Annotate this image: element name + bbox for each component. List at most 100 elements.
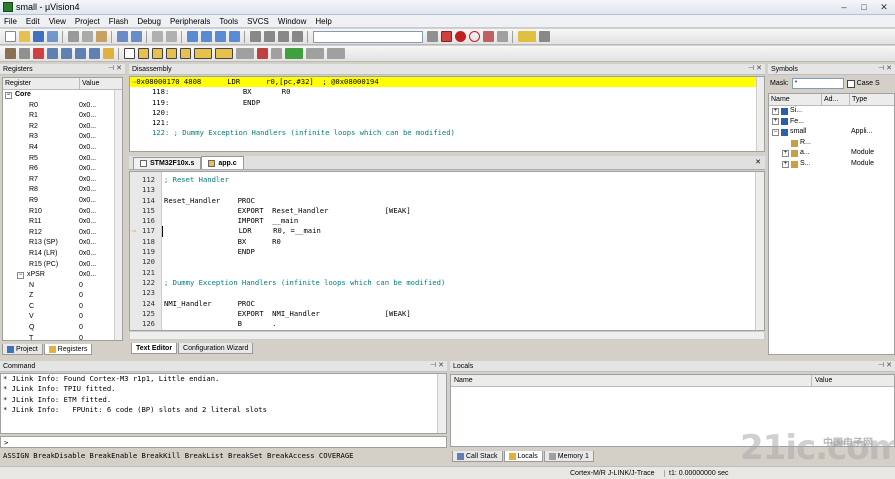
- register-row[interactable]: C0: [3, 302, 122, 313]
- analysis-window-icon[interactable]: [256, 48, 268, 59]
- symbols-window-icon[interactable]: [151, 48, 163, 59]
- code-line[interactable]: 124 NMI_Handler PROC: [130, 299, 754, 309]
- disassembly-window-icon[interactable]: [137, 48, 149, 59]
- close-editor-icon[interactable]: ✕: [755, 158, 761, 166]
- nav-forward-icon[interactable]: [165, 31, 177, 42]
- bookmark-icon[interactable]: [186, 31, 198, 42]
- register-row[interactable]: R13 (SP) 0x0...: [3, 238, 122, 249]
- code-line[interactable]: 116 IMPORT __main: [130, 216, 754, 226]
- system-viewer-icon[interactable]: [284, 48, 303, 59]
- register-row[interactable]: R15 (PC) 0x0...: [3, 260, 122, 271]
- expander-icon[interactable]: +: [782, 150, 789, 158]
- disassembly-line[interactable]: 118: BX R0: [130, 87, 764, 97]
- tab-locals[interactable]: Locals: [503, 451, 543, 462]
- close-button[interactable]: ✕: [877, 1, 891, 13]
- register-row[interactable]: R3 0x0...: [3, 132, 122, 143]
- code-line[interactable]: 122 ; Dummy Exception Handlers (infinite …: [130, 278, 754, 288]
- menu-project[interactable]: Project: [75, 17, 100, 26]
- column-value[interactable]: Value: [79, 78, 122, 89]
- tab-app-c[interactable]: app.c: [201, 156, 244, 169]
- tab-stm32f10x-s[interactable]: STM32F10x.s: [133, 157, 202, 169]
- uncomment-icon[interactable]: [291, 31, 303, 42]
- disassembly-scrollbar[interactable]: [756, 77, 764, 151]
- tab-call-stack[interactable]: Call Stack: [452, 451, 503, 462]
- disassembly-line[interactable]: 119: ENDP: [130, 98, 764, 108]
- menu-window[interactable]: Window: [278, 17, 306, 26]
- code-line[interactable]: 120: [130, 257, 754, 267]
- code-line[interactable]: 126 B .: [130, 319, 754, 329]
- case-sensitive-checkbox[interactable]: [846, 79, 855, 88]
- register-row[interactable]: R9 0x0...: [3, 196, 122, 207]
- mask-input[interactable]: *: [791, 78, 844, 89]
- code-line[interactable]: 118 BX R0: [130, 237, 754, 247]
- register-row[interactable]: R0 0x0...: [3, 101, 122, 112]
- breakpoint-kill-icon[interactable]: [482, 31, 494, 42]
- disassembly-line[interactable]: 120:: [130, 108, 764, 118]
- menu-file[interactable]: File: [4, 17, 17, 26]
- register-row[interactable]: R6 0x0...: [3, 164, 122, 175]
- breakpoint-icon[interactable]: [454, 31, 466, 42]
- toolbox-icon[interactable]: [305, 48, 324, 59]
- save-all-icon[interactable]: [46, 31, 58, 42]
- copy-icon[interactable]: [81, 31, 93, 42]
- column-name[interactable]: Name: [769, 94, 821, 105]
- cut-icon[interactable]: [67, 31, 79, 42]
- command-input[interactable]: >: [0, 436, 447, 448]
- settings-icon[interactable]: [538, 31, 550, 42]
- bookmark-next-icon[interactable]: [214, 31, 226, 42]
- redo-icon[interactable]: [130, 31, 142, 42]
- menu-tools[interactable]: Tools: [219, 17, 238, 26]
- indent-icon[interactable]: [249, 31, 261, 42]
- bookmark-clear-icon[interactable]: [228, 31, 240, 42]
- register-row[interactable]: R1 0x0...: [3, 111, 122, 122]
- tab-registers[interactable]: Registers: [43, 344, 93, 355]
- menu-help[interactable]: Help: [315, 17, 331, 26]
- undo-icon[interactable]: [116, 31, 128, 42]
- pin-icon[interactable]: ⊣ ✕: [108, 64, 122, 72]
- menu-flash[interactable]: Flash: [109, 17, 129, 26]
- minimize-button[interactable]: –: [837, 1, 851, 13]
- run-icon[interactable]: [18, 48, 30, 59]
- tab-configuration-wizard[interactable]: Configuration Wizard: [178, 343, 254, 354]
- register-row[interactable]: R10 0x0...: [3, 207, 122, 218]
- symbol-row[interactable]: + S... Module: [769, 159, 894, 170]
- register-row[interactable]: R7 0x0...: [3, 175, 122, 186]
- pin-icon[interactable]: ⊣ ✕: [878, 361, 892, 369]
- register-row[interactable]: R4 0x0...: [3, 143, 122, 154]
- comment-icon[interactable]: [277, 31, 289, 42]
- code-line[interactable]: 123: [130, 288, 754, 298]
- code-line[interactable]: 121: [130, 268, 754, 278]
- editor-hscrollbar[interactable]: [129, 331, 765, 340]
- register-row[interactable]: R8 0x0...: [3, 185, 122, 196]
- tab-project[interactable]: Project: [2, 344, 43, 355]
- register-row[interactable]: R5 0x0...: [3, 154, 122, 165]
- save-icon[interactable]: [32, 31, 44, 42]
- column-register[interactable]: Register: [3, 78, 79, 89]
- menu-peripherals[interactable]: Peripherals: [170, 17, 210, 26]
- register-row[interactable]: N0: [3, 281, 122, 292]
- command-scrollbar[interactable]: [437, 374, 446, 433]
- serial-window-icon[interactable]: [235, 48, 254, 59]
- command-window-icon[interactable]: [123, 48, 135, 59]
- expander-icon[interactable]: −: [17, 272, 24, 280]
- expander-icon[interactable]: −: [5, 92, 12, 99]
- register-row[interactable]: R11 0x0...: [3, 217, 122, 228]
- expander-icon[interactable]: +: [772, 107, 779, 115]
- register-row[interactable]: R2 0x0...: [3, 122, 122, 133]
- stop-icon[interactable]: [32, 48, 44, 59]
- symbol-row[interactable]: + a... Module: [769, 148, 894, 159]
- show-next-statement-icon[interactable]: [102, 48, 114, 59]
- pin-icon[interactable]: ⊣ ✕: [430, 361, 444, 369]
- breakpoint-disable-icon[interactable]: [468, 31, 480, 42]
- code-line[interactable]: 125 EXPORT NMI_Handler [WEAK]: [130, 309, 754, 319]
- tab-memory-1[interactable]: Memory 1: [543, 451, 594, 462]
- pin-icon[interactable]: ⊣ ✕: [878, 64, 892, 72]
- code-line[interactable]: 112 ; Reset Handler: [130, 175, 754, 185]
- code-line[interactable]: 114 Reset_Handler PROC: [130, 196, 754, 206]
- register-row[interactable]: T0: [3, 334, 122, 340]
- breakpoint-list-icon[interactable]: [496, 31, 508, 42]
- step-into-icon[interactable]: [46, 48, 58, 59]
- register-row[interactable]: R12 0x0...: [3, 228, 122, 239]
- trace-window-icon[interactable]: [270, 48, 282, 59]
- register-row[interactable]: − xPSR 0x0...: [3, 270, 122, 281]
